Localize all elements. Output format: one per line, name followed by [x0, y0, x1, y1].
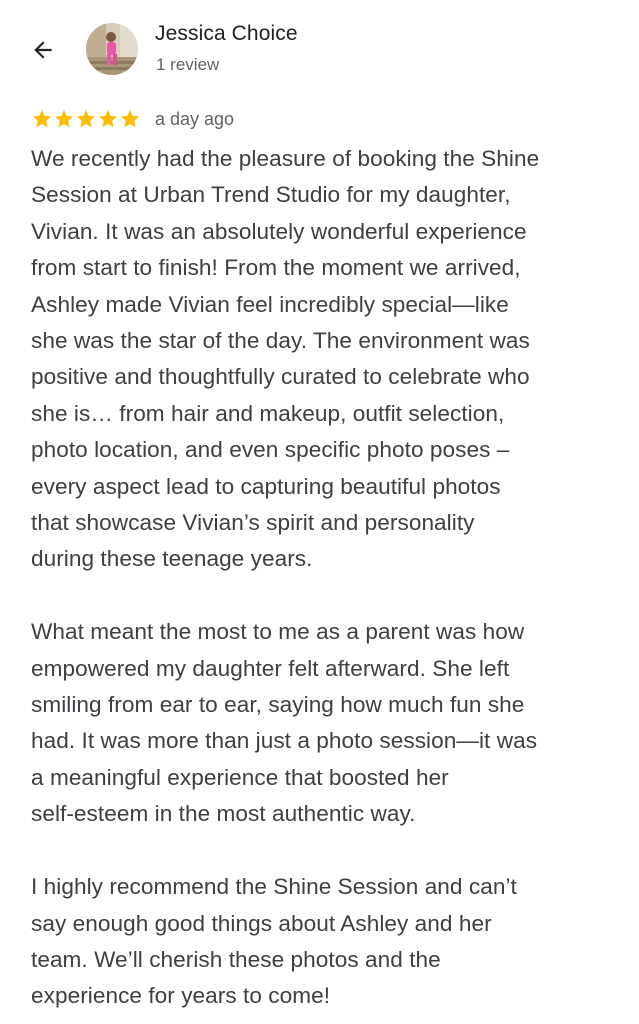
star-rating: [31, 108, 141, 130]
star-icon: [54, 109, 74, 128]
back-button[interactable]: [26, 33, 60, 67]
avatar[interactable]: [86, 23, 138, 75]
author-name[interactable]: Jessica Choice: [155, 22, 298, 46]
avatar-photo: [86, 23, 138, 75]
rating-row: a day ago: [31, 108, 234, 130]
review-paragraph: I highly recommend the Shine Session and…: [31, 874, 517, 1009]
review-count: 1 review: [156, 55, 220, 74]
review-paragraph: We recently had the pleasure of booking …: [31, 146, 540, 572]
star-icon: [120, 109, 140, 128]
star-icon: [76, 109, 96, 128]
star-icon: [32, 109, 52, 128]
review-text: We recently had the pleasure of booking …: [31, 141, 621, 1015]
review-paragraph: What meant the most to me as a parent wa…: [31, 619, 538, 827]
review-time: a day ago: [155, 108, 235, 129]
arrow-left-icon: [34, 41, 52, 59]
star-icon: [98, 109, 118, 128]
